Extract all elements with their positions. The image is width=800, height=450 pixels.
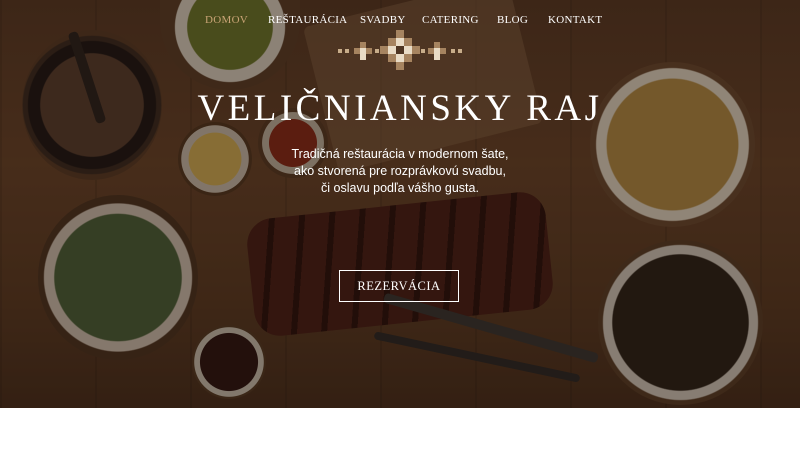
nav-item-domov[interactable]: DOMOV <box>205 14 248 26</box>
main-nav: DOMOV REŠTAURÁCIA SVADBY CATERING BLOG K… <box>0 14 800 30</box>
folk-ornament-icon[interactable] <box>330 30 470 70</box>
tagline-line: či oslavu podľa vášho gusta. <box>321 181 479 195</box>
page-title: VELIČNIANSKY RAJ <box>197 88 603 129</box>
nav-item-kontakt[interactable]: KONTAKT <box>548 14 602 26</box>
nav-item-catering[interactable]: CATERING <box>422 14 479 26</box>
content-area <box>0 408 800 450</box>
nav-item-svadby[interactable]: SVADBY <box>360 14 406 26</box>
tagline-line: ako stvorená pre rozprávkovú svadbu, <box>294 164 506 178</box>
tagline-line: Tradičná reštaurácia v modernom šate, <box>291 147 509 161</box>
nav-item-restauracia[interactable]: REŠTAURÁCIA <box>268 14 347 26</box>
hero-tagline: Tradičná reštaurácia v modernom šate, ak… <box>200 146 600 197</box>
nav-item-blog[interactable]: BLOG <box>497 14 528 26</box>
reservation-button[interactable]: REZERVÁCIA <box>339 270 459 302</box>
